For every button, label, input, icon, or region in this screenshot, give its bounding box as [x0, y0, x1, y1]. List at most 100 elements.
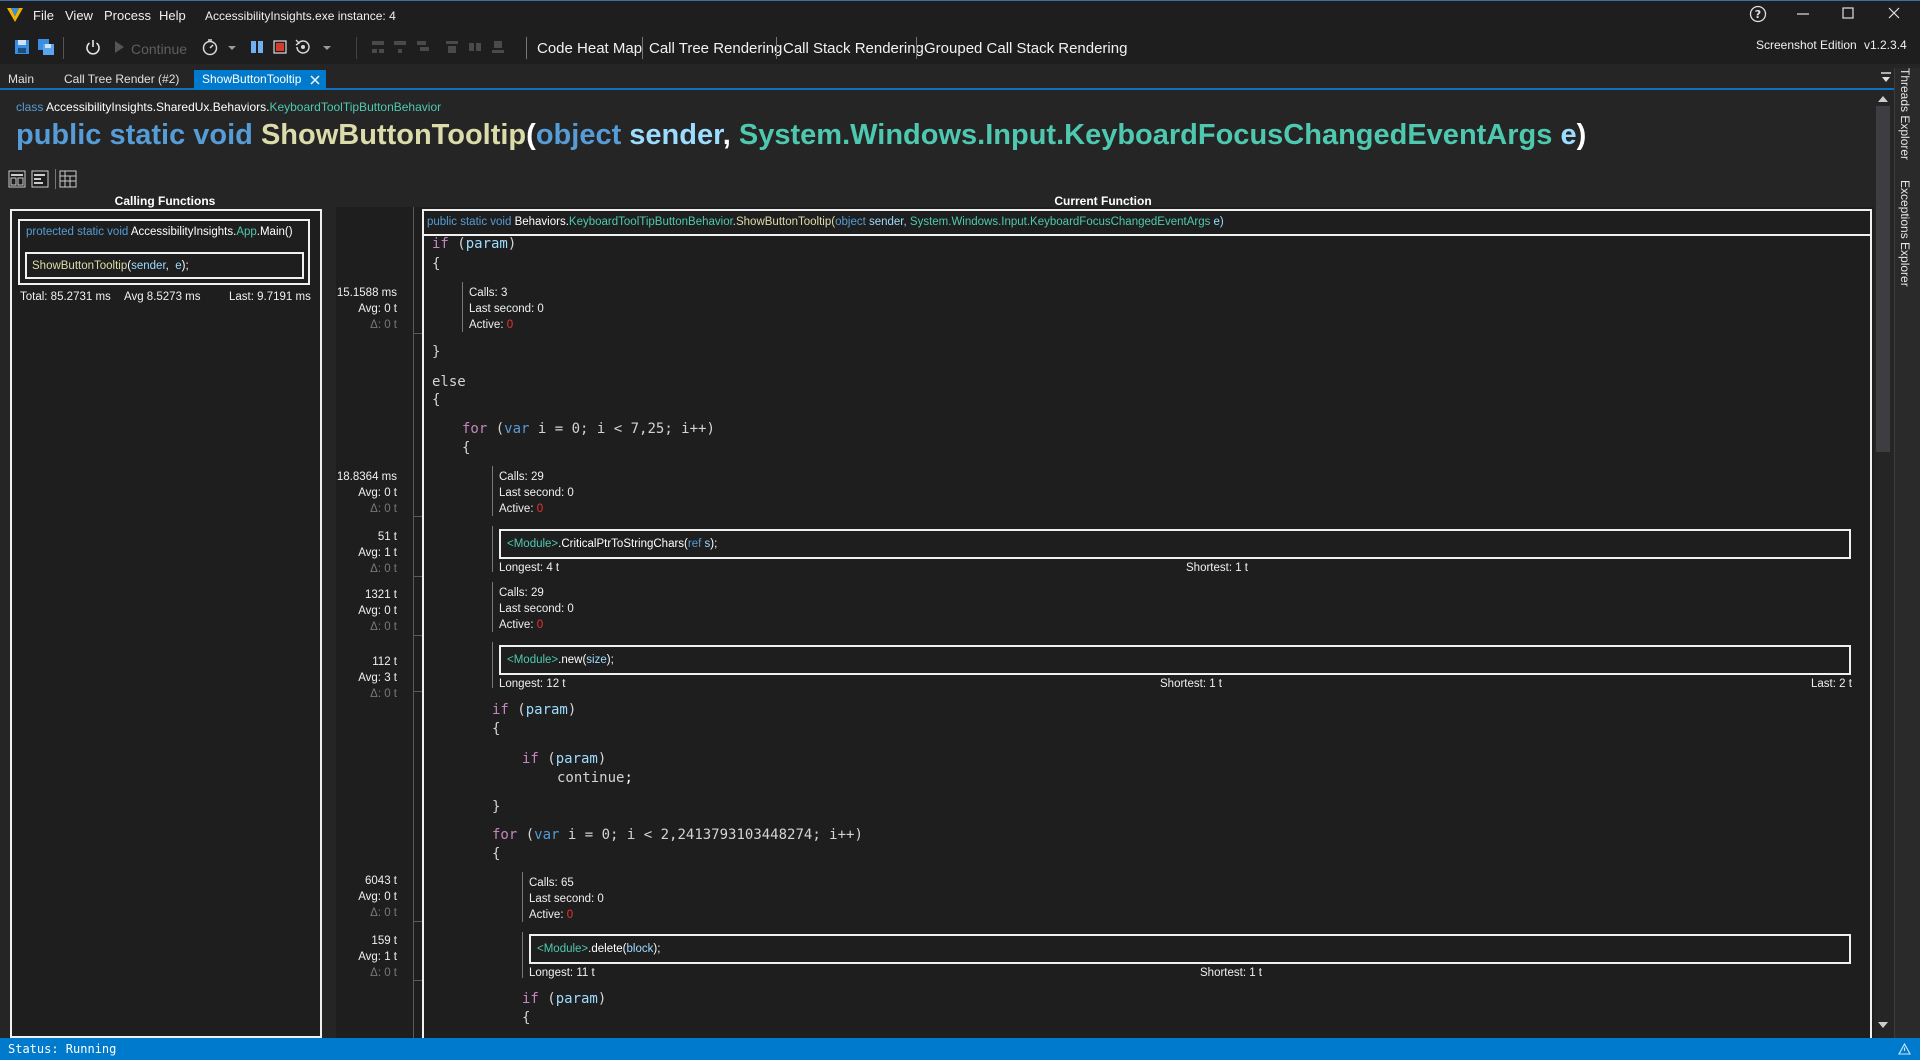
help-icon[interactable]: ?	[1748, 5, 1768, 26]
call-arg: s	[701, 538, 711, 550]
call-box[interactable]	[499, 645, 1851, 675]
stop-record-icon[interactable]	[271, 38, 289, 56]
stat-calls: Calls: 3	[469, 287, 508, 299]
stat-active: Active: 0	[469, 317, 544, 333]
timing-delta: Δ: 0 t	[370, 688, 397, 700]
call-arg1: sender	[131, 260, 166, 272]
threads-explorer-tab[interactable]: Threads Explorer	[1892, 68, 1912, 168]
code-line-brace: }	[492, 799, 501, 815]
tab-label: ShowButtonTooltip	[202, 72, 302, 86]
call-box[interactable]	[529, 934, 1851, 964]
menu-help[interactable]: Help	[159, 8, 186, 23]
frame-left	[422, 209, 424, 1038]
edition-label: Screenshot Edition	[1756, 38, 1857, 52]
stat-active-label: Active:	[529, 909, 567, 921]
tree-layout-icon[interactable]	[369, 38, 387, 56]
close-window-icon[interactable]	[1884, 6, 1904, 23]
minimize-icon[interactable]	[1793, 6, 1813, 23]
gutter-tick	[414, 516, 422, 517]
tree-collapse-icon[interactable]	[414, 38, 432, 56]
caller-namespace: AccessibilityInsights.	[130, 226, 237, 238]
align-bottom-icon[interactable]	[489, 38, 507, 56]
grid-view-icon[interactable]	[8, 170, 26, 188]
scroll-up-icon[interactable]	[1877, 94, 1889, 104]
call-fn: .new(	[558, 654, 587, 666]
caller-last: Last: 9.7191 ms	[229, 291, 311, 303]
warning-icon[interactable]	[1898, 1043, 1911, 1055]
toolbar-separator	[356, 37, 357, 59]
call-arg-kw: ref	[687, 538, 702, 550]
status-bar	[0, 1038, 1920, 1060]
stat-calls: Calls: 29	[499, 587, 544, 599]
timing-delta: Δ: 0 t	[370, 563, 397, 575]
continue-play-icon[interactable]	[110, 38, 128, 56]
call-stack-rendering-button[interactable]: Call Stack Rendering	[783, 40, 924, 57]
caller-function: .Main()	[256, 226, 293, 238]
svg-text:?: ?	[1755, 8, 1761, 21]
stats-bar	[462, 282, 463, 332]
instance-title: AccessibilityInsights.exe instance: 4	[205, 9, 396, 23]
call-function: ShowButtonTooltip	[32, 260, 128, 272]
save-all-icon[interactable]	[37, 38, 55, 56]
status-text: Status: Running	[8, 1042, 117, 1056]
sig-paren: (	[526, 119, 536, 151]
scrollbar-thumb[interactable]	[1876, 106, 1890, 452]
tab-call-tree-render[interactable]: Call Tree Render (#2)	[56, 70, 187, 90]
call-fn: .CriticalPtrToStringChars(	[558, 538, 688, 550]
class-keyword: class	[16, 100, 44, 114]
chevron-down-icon[interactable]	[322, 44, 332, 52]
save-icon[interactable]	[13, 38, 31, 56]
sig-comma: ,	[722, 119, 739, 151]
tab-main[interactable]: Main	[0, 70, 42, 90]
cur-p1-type: object	[835, 216, 866, 228]
continue-button[interactable]: Continue	[131, 41, 187, 57]
stat-active-label: Active:	[469, 319, 507, 331]
chevron-down-icon[interactable]	[227, 44, 237, 52]
maximize-icon[interactable]	[1838, 6, 1858, 23]
call-end: );	[606, 654, 614, 666]
tree-expand-icon[interactable]	[391, 38, 409, 56]
align-center-icon[interactable]	[466, 38, 484, 56]
class-path: class AccessibilityInsights.SharedUx.Beh…	[16, 100, 441, 114]
timing-value: 51 t	[377, 531, 397, 543]
for-header: i = 0; i < 2,2413793103448274; i++)	[559, 827, 863, 843]
stat-active-label: Active:	[499, 619, 537, 631]
call-fn: .delete(	[588, 943, 627, 955]
timing-avg: Avg: 1 t	[358, 547, 397, 559]
menu-file[interactable]: File	[33, 8, 54, 23]
stat-active: Active: 0	[529, 907, 604, 923]
grouped-call-stack-rendering-button[interactable]: Grouped Call Stack Rendering	[924, 40, 1127, 57]
scroll-down-icon[interactable]	[1877, 1020, 1889, 1030]
call-tree-rendering-button[interactable]: Call Tree Rendering	[649, 40, 782, 57]
gutter-tick	[414, 980, 422, 981]
history-icon[interactable]	[294, 38, 312, 56]
kw-for: for	[462, 421, 488, 437]
version-label: v1.2.3.4	[1864, 38, 1907, 52]
stats-block: Calls: 3 Last second: 0 Active: 0	[469, 285, 544, 333]
close-tab-icon[interactable]	[310, 75, 320, 85]
stopwatch-icon[interactable]	[201, 38, 219, 56]
kw-if: if	[522, 751, 539, 767]
code-line-else: else	[432, 374, 466, 390]
stat-last-second: Last second: 0	[499, 487, 574, 499]
tab-show-button-tooltip[interactable]: ShowButtonTooltip	[194, 70, 326, 90]
timing-avg: Avg: 0 t	[358, 891, 397, 903]
tab-overflow-menu-icon[interactable]	[1880, 71, 1892, 85]
menu-process[interactable]: Process	[104, 8, 151, 23]
align-top-icon[interactable]	[443, 38, 461, 56]
code-line-if: if (param)	[522, 991, 607, 1007]
call-arg: block	[626, 943, 654, 955]
exceptions-explorer-tab[interactable]: Exceptions Explorer	[1892, 180, 1912, 300]
power-icon[interactable]	[84, 38, 102, 56]
menu-view[interactable]: View	[65, 8, 93, 23]
cur-namespace: Behaviors.	[514, 216, 569, 228]
columns-icon[interactable]	[248, 38, 266, 56]
code-line-brace: {	[522, 1010, 531, 1026]
call-end: );	[710, 538, 718, 550]
stats-block: Calls: 29 Last second: 0 Active: 0	[499, 585, 574, 633]
list-view-icon[interactable]	[31, 170, 49, 188]
table-view-icon[interactable]	[59, 170, 77, 188]
call-shortest: Shortest: 1 t	[1200, 967, 1263, 979]
code-heat-map-button[interactable]: Code Heat Map	[537, 40, 642, 57]
stats-block: Calls: 29 Last second: 0 Active: 0	[499, 469, 574, 517]
